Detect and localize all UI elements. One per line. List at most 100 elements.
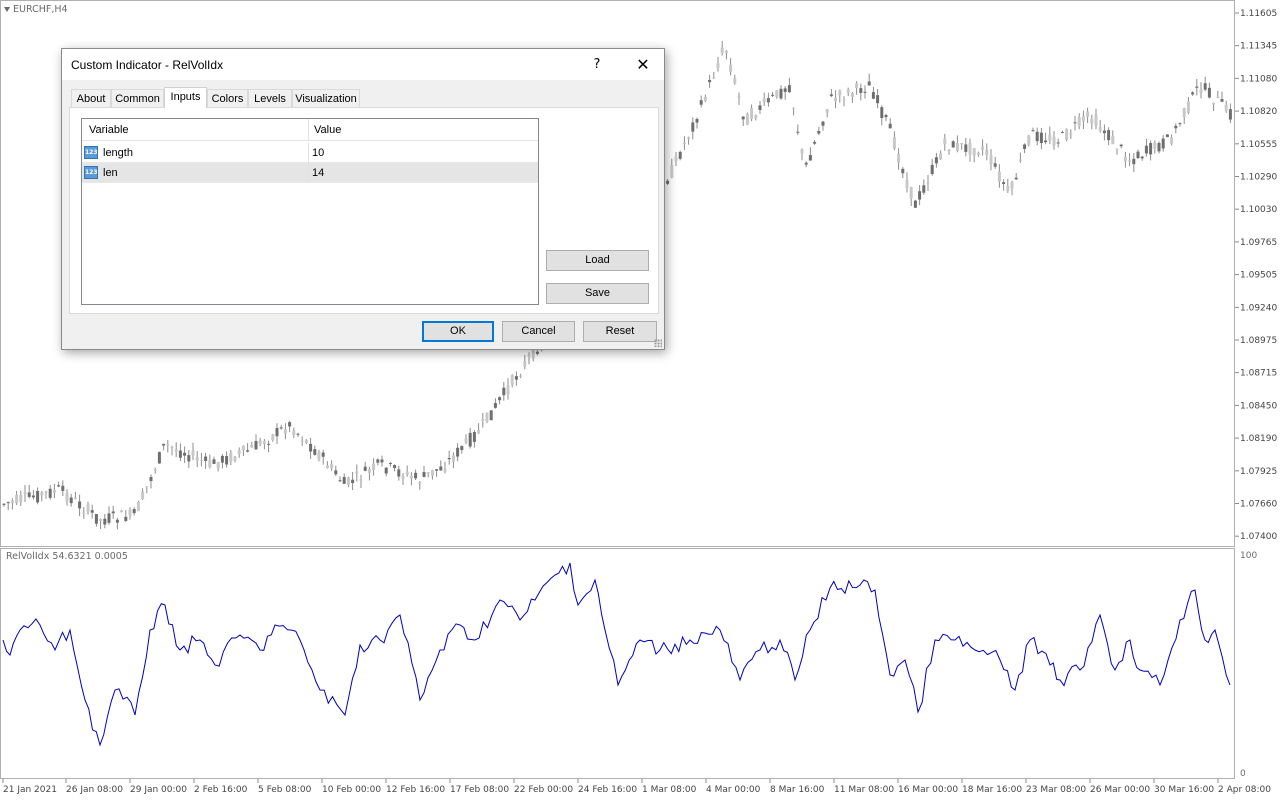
candle-body (23, 492, 27, 495)
candle-body (1123, 156, 1127, 162)
candle-body (2, 503, 6, 505)
candle-body (1216, 97, 1220, 99)
load-button[interactable]: Load (546, 250, 649, 271)
candle-body (208, 460, 212, 468)
time-tick-label: 2 Feb 16:00 (194, 785, 248, 795)
help-button[interactable]: ? (582, 53, 612, 77)
candle-body (846, 89, 850, 93)
candle-body (926, 182, 930, 184)
candle-body (107, 513, 111, 523)
candle-body (376, 459, 380, 463)
candle-body (397, 469, 401, 477)
time-tick-label: 1 Mar 08:00 (642, 785, 697, 795)
time-tick-label: 12 Feb 16:00 (386, 785, 445, 795)
chevron-down-icon[interactable] (4, 7, 10, 12)
candle-body (1077, 117, 1081, 127)
tab-levels[interactable]: Levels (248, 89, 292, 107)
row-value[interactable]: 10 (312, 143, 324, 163)
column-value[interactable]: Value (314, 119, 341, 141)
candle-body (456, 447, 460, 457)
inputs-table[interactable]: Variable Value 123 length 10 123 len 14 (81, 118, 539, 305)
price-tick-label: 1.10820 (1240, 107, 1277, 117)
candle-body (943, 138, 947, 145)
row-value[interactable]: 14 (312, 163, 324, 183)
candle-body (1060, 132, 1064, 134)
candle-body (695, 118, 699, 123)
candle-body (1161, 138, 1165, 149)
candle-body (334, 470, 338, 475)
candle-body (1073, 122, 1077, 124)
candle-body (1165, 134, 1169, 138)
candle-body (355, 471, 359, 474)
tab-inputs[interactable]: Inputs (164, 87, 207, 108)
candle-body (666, 180, 670, 184)
candle-body (216, 462, 220, 469)
tab-about[interactable]: About (71, 89, 111, 107)
candle-body (451, 455, 455, 462)
candle-body (729, 64, 733, 72)
candle-body (153, 469, 157, 471)
cancel-button[interactable]: Cancel (502, 321, 575, 342)
dialog-title: Custom Indicator - RelVolIdx (71, 58, 224, 72)
candle-body (783, 88, 787, 92)
tab-visualization[interactable]: Visualization (292, 89, 360, 107)
table-row[interactable]: 123 len 14 (82, 163, 538, 183)
candle-body (346, 477, 350, 485)
resize-grip-icon[interactable] (654, 339, 662, 347)
price-tick-label: 1.09505 (1240, 271, 1277, 281)
time-tick-label: 30 Mar 16:00 (1154, 785, 1214, 795)
price-tick-label: 1.11080 (1240, 74, 1277, 84)
candle-body (225, 456, 229, 465)
candle-body (1157, 142, 1161, 152)
price-tick-label: 1.07925 (1240, 467, 1277, 477)
candle-body (1199, 89, 1203, 93)
candle-body (779, 88, 783, 99)
candle-body (1207, 87, 1211, 98)
candle-body (737, 96, 741, 98)
price-axis: 1.11605 1.11345 1.11080 1.10820 1.10555 1.102… (1235, 9, 1277, 542)
candle-body (69, 497, 73, 504)
candle-body (330, 464, 334, 469)
candle-body (1018, 159, 1022, 161)
time-tick-label: 29 Jan 00:00 (130, 785, 187, 795)
ok-button[interactable]: OK (422, 321, 494, 342)
candle-body (1174, 125, 1178, 129)
candle-body (1027, 135, 1031, 146)
candle-body (82, 512, 86, 514)
reset-button[interactable]: Reset (583, 321, 657, 342)
candle-body (670, 165, 674, 178)
price-tick-label: 1.10555 (1240, 140, 1277, 150)
symbol-label[interactable]: EURCHF,H4 (4, 4, 68, 15)
candle-body (985, 149, 989, 156)
table-row[interactable]: 123 length 10 (82, 143, 538, 163)
candle-body (724, 50, 728, 54)
candle-body (372, 463, 376, 470)
close-button[interactable]: ✕ (628, 53, 658, 77)
column-variable[interactable]: Variable (89, 119, 129, 141)
candle-body (61, 485, 65, 491)
candle-body (514, 376, 518, 380)
candle-body (741, 116, 745, 120)
candle-body (380, 459, 384, 463)
candle-body (519, 375, 523, 377)
candle-body (52, 490, 56, 493)
candle-body (796, 131, 800, 133)
candle-body (48, 488, 52, 498)
save-button[interactable]: Save (546, 283, 649, 304)
price-tick-label: 1.10030 (1240, 205, 1277, 215)
candle-body (246, 450, 250, 452)
candle-body (418, 482, 422, 484)
tab-common[interactable]: Common (111, 89, 164, 107)
time-tick-label: 21 Jan 2021 (3, 785, 57, 795)
time-tick-label: 26 Mar 00:00 (1090, 785, 1150, 795)
tab-colors[interactable]: Colors (207, 89, 248, 107)
candle-body (170, 446, 174, 449)
dialog-titlebar[interactable]: Custom Indicator - RelVolIdx ? ✕ (62, 49, 664, 80)
candle-body (863, 91, 867, 93)
candle-body (876, 95, 880, 104)
candle-body (187, 455, 191, 462)
candle-body (86, 504, 90, 512)
candle-body (435, 469, 439, 471)
candle-body (489, 410, 493, 421)
candle-body (464, 438, 468, 443)
